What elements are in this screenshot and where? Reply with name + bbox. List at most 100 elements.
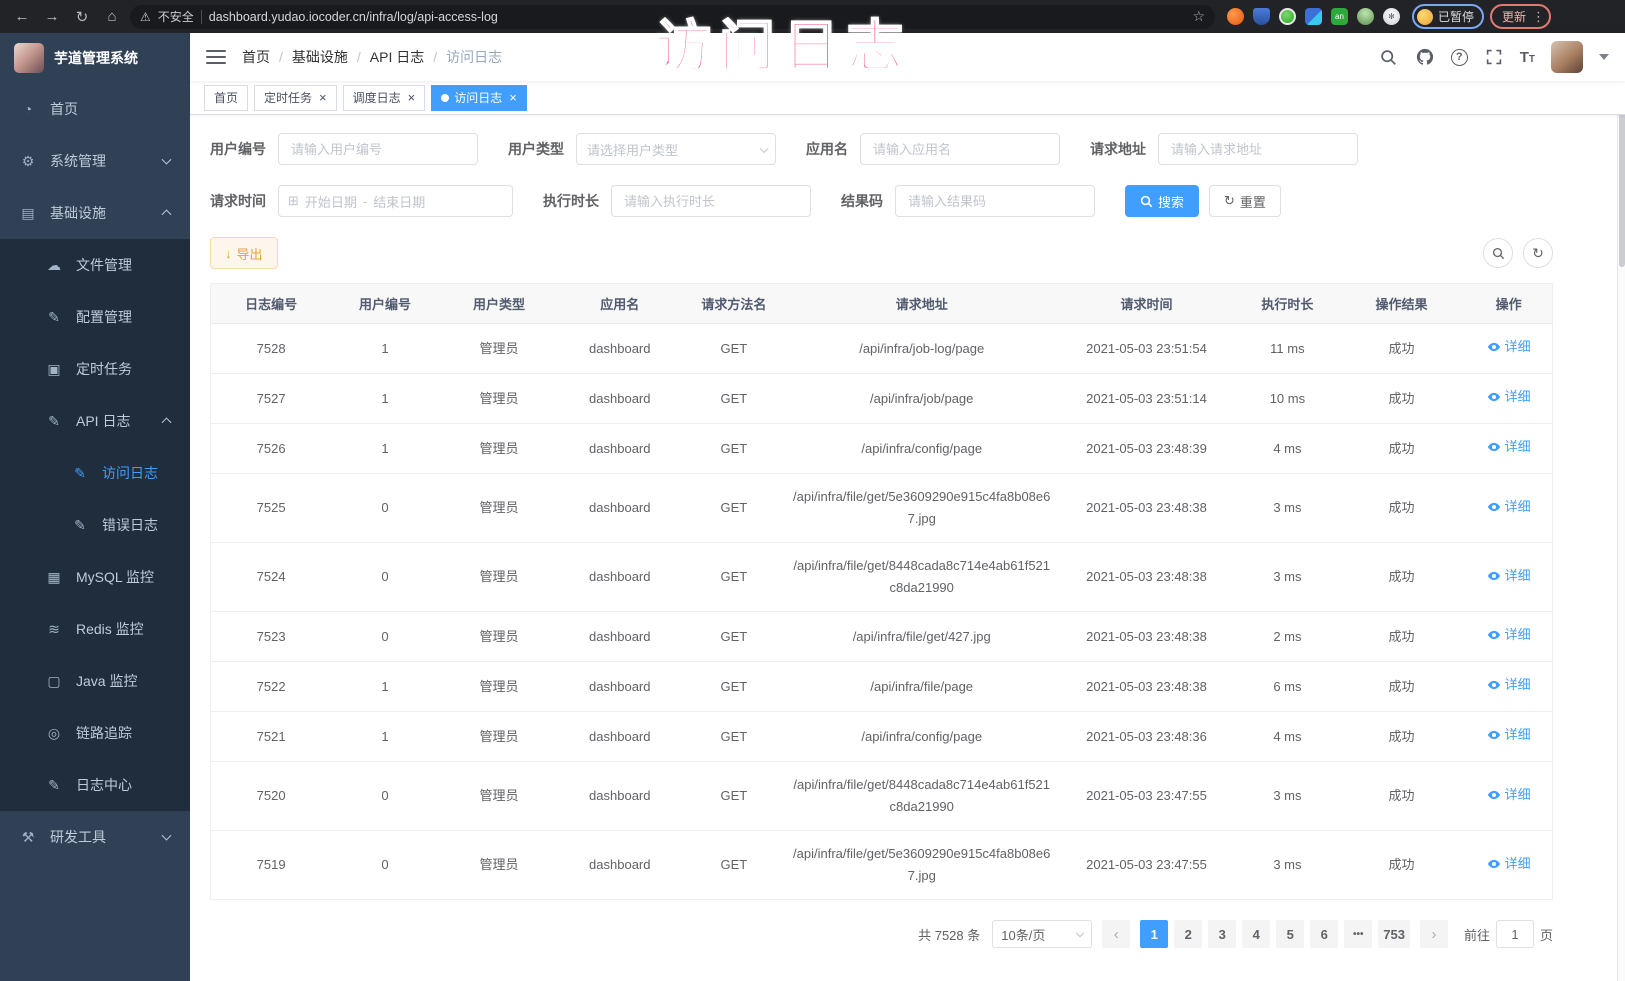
- forward-icon[interactable]: →: [40, 5, 64, 29]
- cell-user-type: 管理员: [439, 762, 560, 831]
- back-icon[interactable]: ←: [10, 5, 34, 29]
- search-icon[interactable]: [1379, 47, 1399, 67]
- divider: [201, 10, 202, 24]
- detail-link[interactable]: 详细: [1487, 386, 1531, 408]
- sidebar-item-error-log[interactable]: ✎ 错误日志: [0, 499, 190, 551]
- extension-an-badge-icon[interactable]: an: [1331, 8, 1348, 25]
- detail-link[interactable]: 详细: [1487, 336, 1531, 358]
- browser-update-button[interactable]: 更新 ⋮: [1490, 4, 1551, 29]
- edit-icon: ✎: [46, 309, 62, 326]
- close-icon[interactable]: ×: [408, 91, 416, 104]
- refresh-table-button[interactable]: ↻: [1523, 238, 1553, 268]
- detail-link[interactable]: 详细: [1487, 724, 1531, 746]
- page-number-button[interactable]: 5: [1276, 920, 1304, 948]
- scrollbar[interactable]: [1617, 33, 1625, 981]
- reset-button[interactable]: ↻ 重置: [1209, 185, 1281, 217]
- detail-link[interactable]: 详细: [1487, 496, 1531, 518]
- sidebar-item-redis-monitor[interactable]: ≋ Redis 监控: [0, 603, 190, 655]
- sidebar-item-log-center[interactable]: ✎ 日志中心: [0, 759, 190, 811]
- sidebar-item-access-log[interactable]: ✎ 访问日志: [0, 447, 190, 499]
- page-number-button[interactable]: 1: [1140, 920, 1168, 948]
- reload-icon[interactable]: ↻: [70, 5, 94, 29]
- toggle-search-button[interactable]: [1483, 238, 1513, 268]
- export-button[interactable]: ↓ 导出: [210, 237, 278, 269]
- sidebar-item-mysql-monitor[interactable]: ▦ MySQL 监控: [0, 551, 190, 603]
- browser-profile-chip[interactable]: 已暂停: [1412, 4, 1484, 29]
- tab-access-log[interactable]: 访问日志 ×: [431, 85, 527, 111]
- font-size-icon[interactable]: TT: [1520, 49, 1535, 66]
- breadcrumb-item[interactable]: 基础设施 /: [292, 47, 370, 67]
- chevron-down-icon[interactable]: [1599, 54, 1609, 60]
- breadcrumb-label: 基础设施: [292, 47, 348, 67]
- breadcrumb-item[interactable]: API 日志 /: [370, 47, 446, 67]
- help-icon[interactable]: ?: [1451, 49, 1468, 66]
- extension-paw-icon[interactable]: ✻: [1383, 8, 1400, 25]
- detail-link[interactable]: 详细: [1487, 624, 1531, 646]
- sidebar-item-trace[interactable]: ◎ 链路追踪: [0, 707, 190, 759]
- detail-link[interactable]: 详细: [1487, 436, 1531, 458]
- extension-orange-icon[interactable]: [1227, 8, 1244, 25]
- tab-schedule-log[interactable]: 调度日志 ×: [343, 85, 426, 111]
- user-avatar[interactable]: [1551, 41, 1583, 73]
- hamburger-icon[interactable]: [206, 50, 226, 64]
- sidebar-item-dev-tools[interactable]: ⚒ 研发工具: [0, 811, 190, 863]
- home-icon[interactable]: ⌂: [100, 5, 124, 29]
- close-icon[interactable]: ×: [509, 91, 517, 104]
- goto-page-input[interactable]: [1496, 920, 1534, 948]
- tab-home[interactable]: 首页: [204, 85, 248, 111]
- page-number-button[interactable]: 2: [1174, 920, 1202, 948]
- detail-link[interactable]: 详细: [1487, 674, 1531, 696]
- sidebar-item-infrastructure[interactable]: ▤ 基础设施: [0, 187, 190, 239]
- page-number-button[interactable]: 753: [1378, 920, 1410, 948]
- sidebar-item-label: 配置管理: [76, 307, 132, 327]
- more-pages-button[interactable]: •••: [1344, 920, 1372, 948]
- cell-request-url: /api/infra/file/get/5e3609290e915c4fa8b0…: [788, 831, 1056, 900]
- download-icon: ↓: [225, 246, 232, 261]
- sidebar-item-file-management[interactable]: ☁ 文件管理: [0, 239, 190, 291]
- cell-result: 成功: [1338, 762, 1465, 831]
- prev-page-button[interactable]: ‹: [1102, 920, 1130, 948]
- page-size-select[interactable]: 10条/页: [992, 920, 1092, 948]
- github-icon[interactable]: [1415, 47, 1435, 67]
- date-range-picker[interactable]: ⊞ 开始日期 - 结束日期: [278, 185, 513, 217]
- field-label: 请求地址: [1090, 139, 1146, 159]
- sidebar-item-home[interactable]: ◔ 首页: [0, 83, 190, 135]
- request-url-input[interactable]: [1158, 133, 1358, 165]
- sidebar-item-java-monitor[interactable]: ▢ Java 监控: [0, 655, 190, 707]
- next-page-button[interactable]: ›: [1420, 920, 1448, 948]
- header-actions: ? TT: [1379, 41, 1609, 73]
- user-type-select[interactable]: 请选择用户类型: [576, 133, 776, 165]
- close-icon[interactable]: ×: [319, 91, 327, 104]
- cell-user-type: 管理员: [439, 424, 560, 474]
- extension-shield-icon[interactable]: [1253, 8, 1270, 25]
- extension-figure-icon[interactable]: [1357, 8, 1374, 25]
- extension-puzzle-icon[interactable]: [1305, 8, 1322, 25]
- app-name-input[interactable]: [860, 133, 1060, 165]
- duration-input[interactable]: [611, 185, 811, 217]
- breadcrumb-item[interactable]: 访问日志 /: [446, 47, 502, 67]
- extension-green-circle-icon[interactable]: [1279, 8, 1296, 25]
- sidebar-item-scheduled-tasks[interactable]: ▣ 定时任务: [0, 343, 190, 395]
- sidebar-item-config-management[interactable]: ✎ 配置管理: [0, 291, 190, 343]
- app-logo[interactable]: 芋道管理系统: [0, 33, 190, 83]
- bookmark-star-icon[interactable]: ☆: [1192, 8, 1205, 25]
- field-label: 请求时间: [210, 191, 266, 211]
- sidebar-item-system-management[interactable]: ⚙ 系统管理: [0, 135, 190, 187]
- sidebar-item-api-log[interactable]: ✎ API 日志: [0, 395, 190, 447]
- fullscreen-icon[interactable]: [1484, 47, 1504, 67]
- detail-link[interactable]: 详细: [1487, 565, 1531, 587]
- page-number-button[interactable]: 3: [1208, 920, 1236, 948]
- cell-duration: 3 ms: [1237, 543, 1338, 612]
- detail-link[interactable]: 详细: [1487, 784, 1531, 806]
- breadcrumb-item[interactable]: 首页 /: [242, 47, 292, 67]
- page-number-button[interactable]: 6: [1310, 920, 1338, 948]
- detail-link[interactable]: 详细: [1487, 853, 1531, 875]
- user-id-input[interactable]: [278, 133, 478, 165]
- search-button[interactable]: 搜索: [1125, 185, 1199, 217]
- error-log-icon: ✎: [72, 517, 88, 534]
- browser-menu-icon[interactable]: ⋮: [1532, 9, 1545, 25]
- result-code-input[interactable]: [895, 185, 1095, 217]
- eye-icon: [1487, 857, 1501, 871]
- tab-scheduled-tasks[interactable]: 定时任务 ×: [254, 85, 337, 111]
- page-number-button[interactable]: 4: [1242, 920, 1270, 948]
